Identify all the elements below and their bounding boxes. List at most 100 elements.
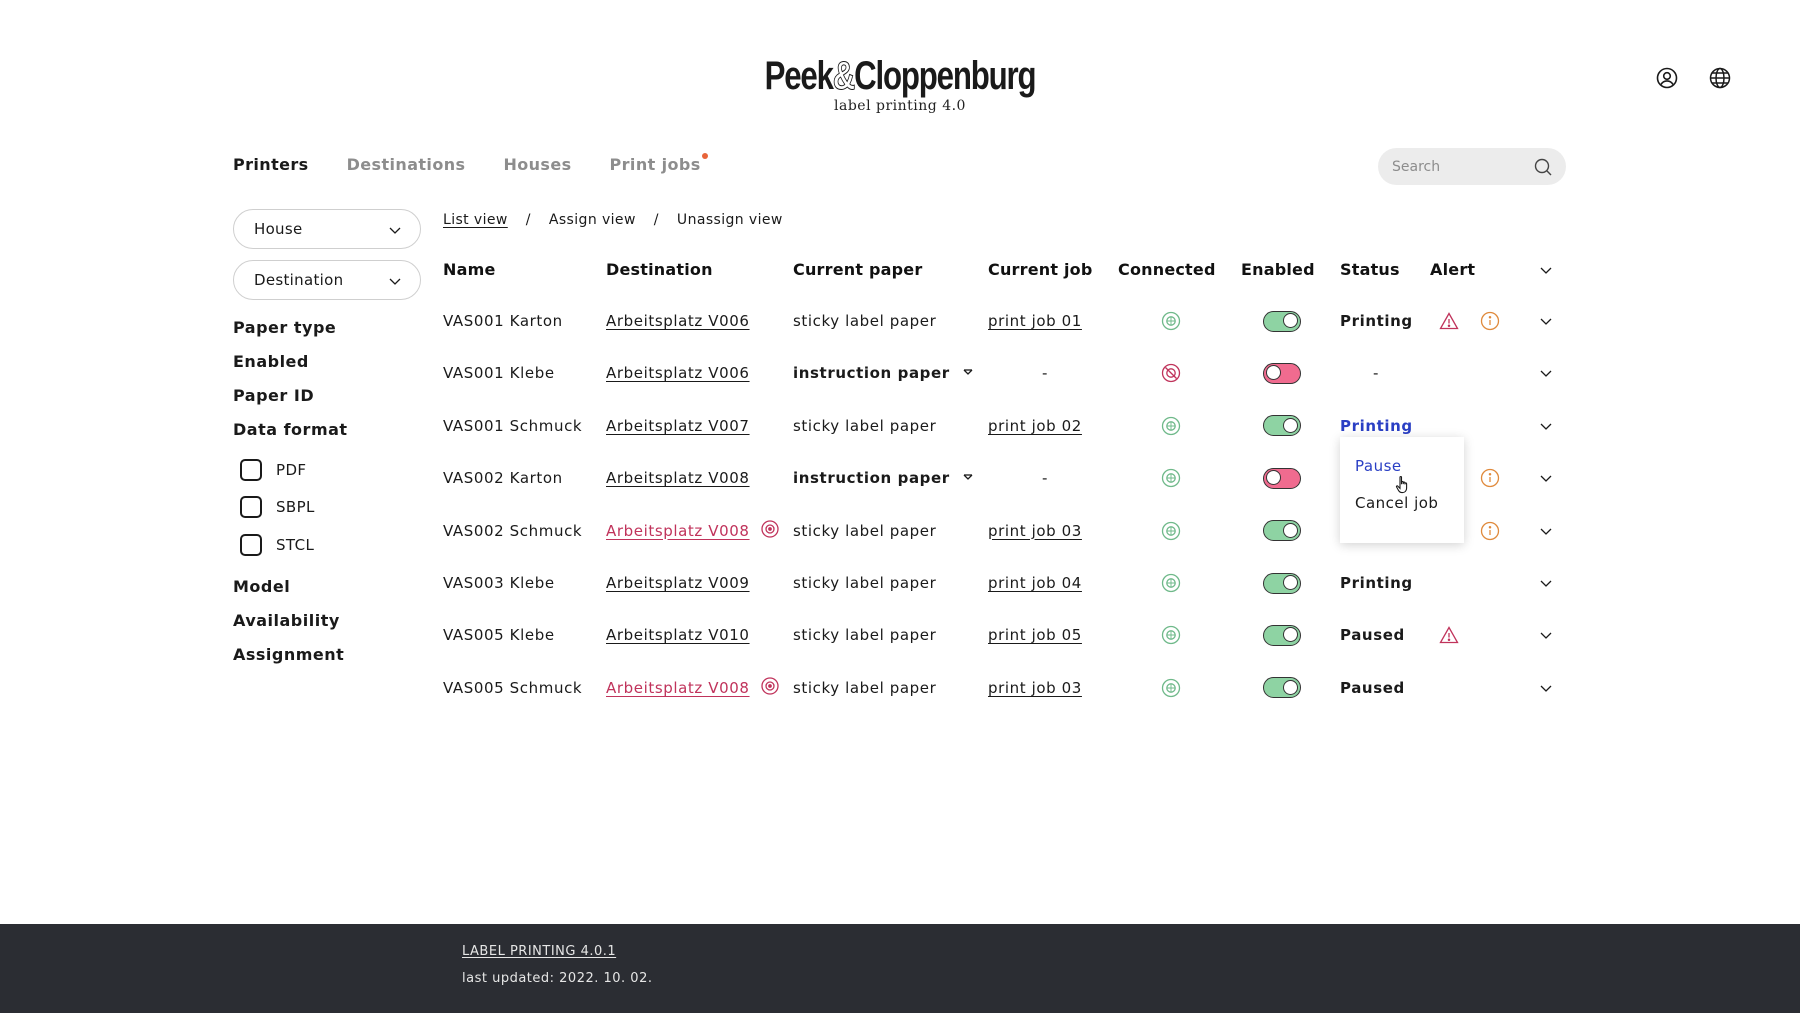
column-header-alert[interactable]: Alert (1430, 260, 1475, 279)
version-link[interactable]: LABEL PRINTING 4.0.1 (462, 944, 616, 959)
current-job-empty-cell: - (1042, 347, 1048, 399)
enabled-toggle-cell (1263, 347, 1301, 399)
status-label[interactable]: Paused (1340, 679, 1405, 697)
destination-link[interactable]: Arbeitsplatz V007 (606, 417, 750, 435)
column-header-current-job[interactable]: Current job (988, 260, 1093, 279)
destination-link-cell: Arbeitsplatz V010 (606, 609, 750, 661)
enabled-toggle[interactable] (1263, 520, 1301, 542)
enabled-toggle[interactable] (1263, 415, 1301, 437)
column-header-status[interactable]: Status (1340, 260, 1400, 279)
printer-name: VAS005 Schmuck (443, 678, 583, 697)
destination-link[interactable]: Arbeitsplatz V009 (606, 574, 750, 592)
filter-model[interactable]: Model (233, 577, 290, 596)
expand-all-chevron-icon[interactable] (1539, 263, 1553, 277)
status-label-cell: Printing (1340, 295, 1413, 347)
expand-row-chevron-icon[interactable] (1539, 400, 1553, 452)
globe-icon[interactable] (1708, 66, 1732, 90)
logo[interactable]: Peek&Cloppenburg label printing 4.0 (0, 52, 1800, 115)
expand-row-chevron-icon[interactable] (1539, 347, 1553, 399)
expand-row-chevron-icon[interactable] (1539, 662, 1553, 714)
column-header-current-paper[interactable]: Current paper (793, 260, 922, 279)
destination-link[interactable]: Arbeitsplatz V010 (606, 626, 750, 644)
column-header-enabled[interactable]: Enabled (1241, 260, 1315, 279)
enabled-toggle[interactable] (1263, 362, 1301, 384)
checkbox[interactable] (240, 534, 262, 556)
info-icon[interactable] (1480, 452, 1500, 504)
assign-view-link[interactable]: Assign view (549, 212, 636, 228)
expand-row-chevron-icon[interactable] (1539, 505, 1553, 557)
list-view-link[interactable]: List view (443, 212, 508, 228)
status-label[interactable]: Printing (1340, 417, 1413, 435)
format-option-pdf[interactable]: PDF (240, 459, 306, 481)
destination-link[interactable]: Arbeitsplatz V006 (606, 312, 750, 330)
table-row[interactable]: VAS005 Klebe Arbeitsplatz V010 sticky labe… (443, 609, 1565, 661)
printer-name: VAS002 Schmuck (443, 521, 583, 540)
destination-link[interactable]: Arbeitsplatz V008 (606, 522, 750, 540)
table-row[interactable]: VAS001 Karton Arbeitsplatz V006 sticky lab… (443, 295, 1565, 347)
filter-availability[interactable]: Availability (233, 611, 340, 630)
destination-dropdown[interactable]: Destination (233, 260, 421, 300)
tab-print-jobs[interactable]: Print jobs (610, 153, 708, 174)
current-job-empty: - (1042, 469, 1049, 488)
current-job-link[interactable]: print job 02 (988, 417, 1082, 435)
filter-enabled[interactable]: Enabled (233, 352, 309, 371)
search-input[interactable] (1392, 158, 1528, 175)
warning-icon[interactable] (1439, 295, 1459, 347)
status-label[interactable]: Printing (1340, 574, 1413, 592)
printer-name: VAS001 Schmuck (443, 416, 583, 435)
toggle-knob (1283, 575, 1298, 590)
tab-houses[interactable]: Houses (503, 155, 571, 174)
warning-icon[interactable] (1439, 609, 1459, 661)
destination-link[interactable]: Arbeitsplatz V006 (606, 364, 750, 382)
expand-row-chevron-icon[interactable] (1539, 295, 1553, 347)
table-row[interactable]: VAS003 Klebe Arbeitsplatz V009 sticky labe… (443, 557, 1565, 609)
enabled-toggle-cell (1263, 557, 1301, 609)
search-icon[interactable] (1533, 157, 1553, 177)
enabled-toggle[interactable] (1263, 310, 1301, 332)
current-job-link[interactable]: print job 01 (988, 312, 1082, 330)
user-icon[interactable] (1655, 66, 1679, 90)
column-header-name[interactable]: Name (443, 260, 496, 279)
current-job-link[interactable]: print job 04 (988, 574, 1082, 592)
paper-select[interactable]: instruction paper (793, 469, 950, 487)
format-option-sbpl[interactable]: SBPL (240, 496, 315, 518)
checkbox[interactable] (240, 496, 262, 518)
status-label[interactable]: Printing (1340, 312, 1413, 330)
status-label[interactable]: Paused (1340, 626, 1405, 644)
current-job-link[interactable]: print job 05 (988, 626, 1082, 644)
current-job-link[interactable]: print job 03 (988, 522, 1082, 540)
checkbox[interactable] (240, 459, 262, 481)
tab-printers[interactable]: Printers (233, 155, 309, 174)
paper-dropdown-icon[interactable] (962, 469, 974, 487)
table-row[interactable]: VAS005 Schmuck Arbeitsplatz V008 sticky la… (443, 662, 1565, 714)
unassign-view-link[interactable]: Unassign view (677, 212, 783, 228)
filter-paper-id[interactable]: Paper ID (233, 386, 314, 405)
enabled-toggle[interactable] (1263, 624, 1301, 646)
column-header-connected[interactable]: Connected (1118, 260, 1216, 279)
table-row[interactable]: VAS001 Klebe Arbeitsplatz V006 instruction… (443, 347, 1565, 399)
paper-select[interactable]: instruction paper (793, 364, 950, 382)
destination-link[interactable]: Arbeitsplatz V008 (606, 679, 750, 697)
tab-destinations[interactable]: Destinations (347, 155, 466, 174)
cancel-job-menu-item[interactable]: Cancel job (1355, 494, 1449, 531)
enabled-toggle[interactable] (1263, 677, 1301, 699)
current-job-link[interactable]: print job 03 (988, 679, 1082, 697)
enabled-toggle[interactable] (1263, 572, 1301, 594)
filter-assignment[interactable]: Assignment (233, 645, 344, 664)
info-icon[interactable] (1480, 505, 1500, 557)
filter-data-format[interactable]: Data format (233, 420, 348, 439)
format-option-stcl[interactable]: STCL (240, 534, 314, 556)
expand-row-chevron-icon[interactable] (1539, 452, 1553, 504)
info-icon[interactable] (1480, 295, 1500, 347)
column-header-destination[interactable]: Destination (606, 260, 713, 279)
destination-link-cell: Arbeitsplatz V007 (606, 400, 750, 452)
paper-dropdown-icon[interactable] (962, 364, 974, 382)
expand-row-chevron-icon[interactable] (1539, 609, 1553, 661)
filter-paper-type[interactable]: Paper type (233, 318, 336, 337)
house-dropdown[interactable]: House (233, 209, 421, 249)
current-job-empty-cell: - (1042, 452, 1048, 504)
status-label-cell: Printing (1340, 557, 1413, 609)
expand-row-chevron-icon[interactable] (1539, 557, 1553, 609)
destination-link[interactable]: Arbeitsplatz V008 (606, 469, 750, 487)
enabled-toggle[interactable] (1263, 467, 1301, 489)
